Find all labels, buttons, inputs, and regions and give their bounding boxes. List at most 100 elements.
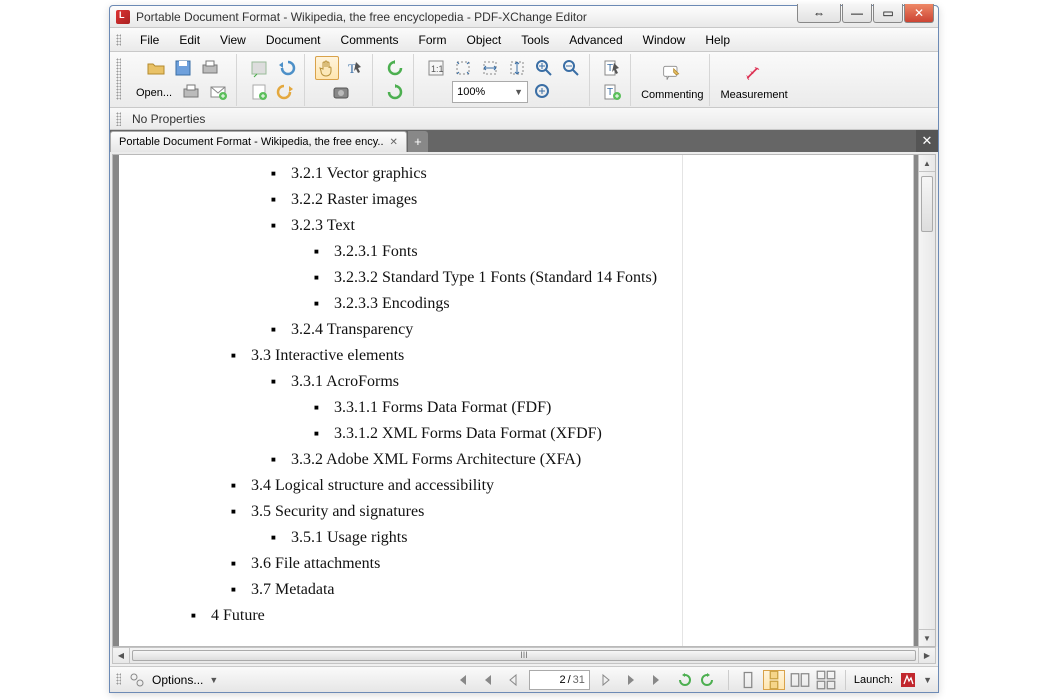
zoom-value: 100% <box>457 86 485 98</box>
group-convert <box>241 54 305 106</box>
undo-button[interactable] <box>274 56 298 80</box>
toc-list: 3.2.1 Vector graphics3.2.2 Raster images… <box>167 161 673 629</box>
grip-icon[interactable] <box>116 673 121 685</box>
add-text-button[interactable]: T <box>600 80 624 104</box>
tabbar: Portable Document Format - Wikipedia, th… <box>110 130 938 152</box>
back-button[interactable] <box>672 669 694 691</box>
open-label: Open... <box>136 87 172 99</box>
chevron-down-icon[interactable]: ▼ <box>923 675 932 685</box>
toc-item: 3.2.4 Transparency <box>269 317 673 343</box>
menu-advanced[interactable]: Advanced <box>559 28 632 52</box>
page-current: 2 <box>534 674 566 686</box>
titlebar[interactable]: Portable Document Format - Wikipedia, th… <box>110 6 938 28</box>
fit-visible-button[interactable] <box>505 56 529 80</box>
zoom-combo[interactable]: 100%▼ <box>452 81 528 103</box>
window-controls: ⇔ — ▭ ✕ <box>797 4 934 23</box>
print-button[interactable] <box>198 56 222 80</box>
options-icon[interactable] <box>126 669 148 691</box>
page-canvas[interactable]: 3.2.1 Vector graphics3.2.2 Raster images… <box>113 155 918 646</box>
menu-file[interactable]: File <box>130 28 169 52</box>
redo-button[interactable] <box>274 80 298 104</box>
close-button[interactable]: ✕ <box>904 4 934 23</box>
continuous-button[interactable] <box>763 670 785 690</box>
actual-size-button[interactable]: 1:1 <box>424 56 448 80</box>
snapshot-button[interactable] <box>329 80 353 104</box>
scroll-right-icon[interactable]: ▶ <box>918 648 935 663</box>
ocr-button[interactable] <box>247 80 271 104</box>
page-number-box[interactable]: 2 / 31 <box>529 670 590 690</box>
edit-text-button[interactable]: T <box>600 56 624 80</box>
menu-edit[interactable]: Edit <box>169 28 210 52</box>
grip-icon[interactable] <box>116 34 121 46</box>
vertical-scrollbar[interactable]: ▲ ▼ <box>918 155 935 646</box>
toc-item: 3.2.1 Vector graphics <box>269 161 673 187</box>
single-page-button[interactable] <box>737 670 759 690</box>
fit-page-button[interactable] <box>451 56 475 80</box>
select-text-button[interactable]: T <box>342 56 366 80</box>
menu-view[interactable]: View <box>210 28 256 52</box>
toc-item: 3.3 Interactive elements <box>229 343 673 369</box>
toc-item: 3.4 Logical structure and accessibility <box>229 473 673 499</box>
next-page-button[interactable] <box>620 669 642 691</box>
scan-button[interactable] <box>247 56 271 80</box>
chevron-down-icon[interactable]: ▼ <box>209 675 218 685</box>
toc-item: 3.2.3.2 Standard Type 1 Fonts (Standard … <box>312 265 673 291</box>
app-window: Portable Document Format - Wikipedia, th… <box>109 5 939 693</box>
document-tab[interactable]: Portable Document Format - Wikipedia, th… <box>110 131 407 152</box>
toolbar: Open... T <box>110 52 938 108</box>
loupe-button[interactable] <box>531 80 555 104</box>
minimize-button[interactable]: — <box>842 4 872 23</box>
open-button[interactable] <box>144 56 168 80</box>
menu-comments[interactable]: Comments <box>331 28 409 52</box>
fit-width-button[interactable] <box>478 56 502 80</box>
scrollbar-thumb[interactable] <box>921 176 933 232</box>
save-button[interactable] <box>171 56 195 80</box>
menu-window[interactable]: Window <box>633 28 696 52</box>
prev-page-button[interactable] <box>477 669 499 691</box>
zoom-out-button[interactable] <box>559 56 583 80</box>
toc-item: 3.3.1.1 Forms Data Format (FDF) <box>312 395 673 421</box>
close-panel-button[interactable]: ✕ <box>916 130 938 152</box>
menu-form[interactable]: Form <box>409 28 457 52</box>
add-tab-button[interactable]: + <box>408 131 428 152</box>
menu-object[interactable]: Object <box>457 28 512 52</box>
two-pages-button[interactable] <box>789 670 811 690</box>
forward-button[interactable] <box>698 669 720 691</box>
svg-text:1:1: 1:1 <box>431 64 444 74</box>
grip-icon[interactable] <box>116 112 121 126</box>
window-help-button[interactable]: ⇔ <box>797 4 841 23</box>
group-rotate <box>377 54 414 106</box>
scroll-left-icon[interactable]: ◀ <box>113 648 130 663</box>
toc-item: 4 Future <box>189 603 673 629</box>
email-button[interactable] <box>206 80 230 104</box>
commenting-button[interactable] <box>651 59 693 87</box>
group-zoom: 1:1 100%▼ <box>418 54 590 106</box>
rotate-cw-button[interactable] <box>383 80 407 104</box>
grip-icon[interactable] <box>116 58 121 100</box>
two-pages-continuous-button[interactable] <box>815 670 837 690</box>
svg-text:T: T <box>607 87 613 98</box>
rotate-ccw-button[interactable] <box>383 56 407 80</box>
toc-item: 3.3.2 Adobe XML Forms Architecture (XFA) <box>269 447 673 473</box>
measurement-button[interactable] <box>733 59 775 87</box>
commenting-label: Commenting <box>641 89 703 101</box>
zoom-in-button[interactable] <box>532 56 556 80</box>
menu-help[interactable]: Help <box>695 28 740 52</box>
launch-adobe-button[interactable] <box>897 669 919 691</box>
first-page-button[interactable] <box>451 669 473 691</box>
maximize-button[interactable]: ▭ <box>873 4 903 23</box>
close-icon[interactable]: ✕ <box>390 137 398 148</box>
options-label[interactable]: Options... <box>152 673 203 687</box>
toc-item: 3.5.1 Usage rights <box>269 525 673 551</box>
hand-tool-button[interactable] <box>315 56 339 80</box>
prev-view-button[interactable] <box>503 669 525 691</box>
app-icon <box>116 10 130 24</box>
horizontal-scrollbar[interactable]: ◀ III ▶ <box>112 647 936 664</box>
last-page-button[interactable] <box>646 669 668 691</box>
quick-print-button[interactable] <box>179 80 203 104</box>
menu-tools[interactable]: Tools <box>511 28 559 52</box>
scroll-down-icon[interactable]: ▼ <box>919 629 935 646</box>
next-view-button[interactable] <box>594 669 616 691</box>
scroll-up-icon[interactable]: ▲ <box>919 155 935 172</box>
menu-document[interactable]: Document <box>256 28 331 52</box>
